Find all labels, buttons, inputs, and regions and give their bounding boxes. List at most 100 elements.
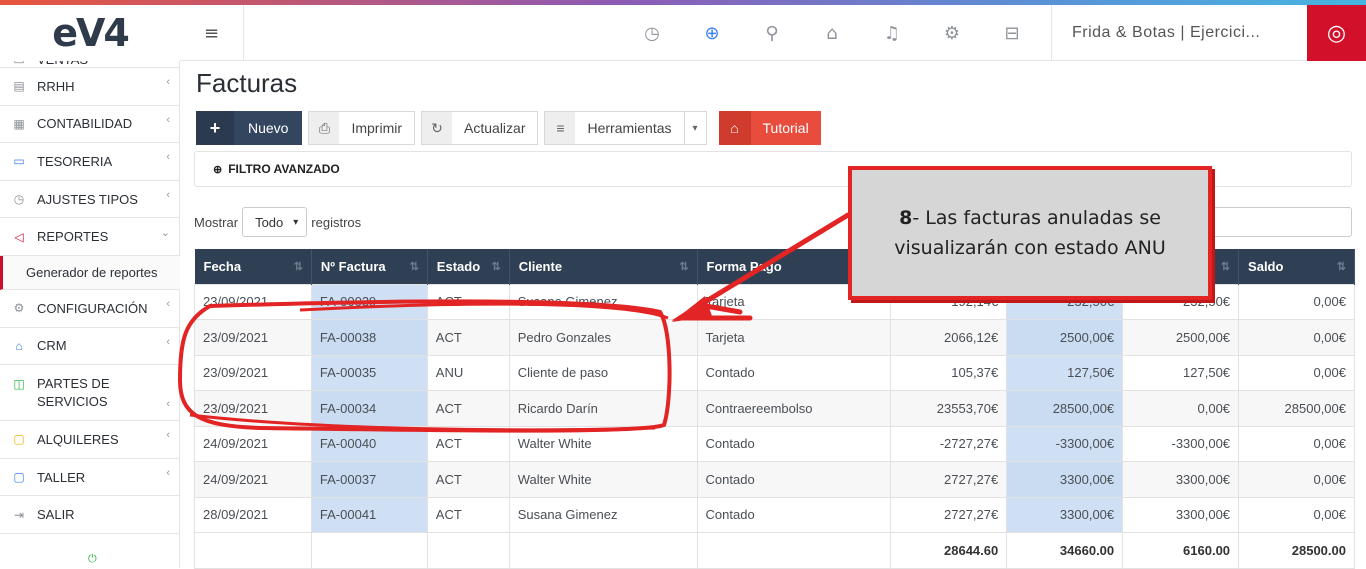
history-icon[interactable]: ◷ [622, 5, 682, 61]
cell-nfactura: FA-00039 [310, 283, 428, 320]
imprimir-label: Imprimir [351, 120, 403, 136]
graduation-icon: ⌂ [15, 338, 23, 353]
callout-body: - Las facturas anuladas se visualizarán … [894, 207, 1166, 259]
sidebar-item-ajustes-tipos[interactable]: ◷ AJUSTES TIPOS ‹ [0, 181, 180, 219]
gear-icon: ⚙ [13, 301, 25, 316]
table-row[interactable]: 24/09/2021 FA-00040 ACT Walter White Contado… [194, 425, 1355, 462]
sidebar-item-label: RRHH [37, 78, 75, 94]
records-select[interactable]: Todo ▾ [242, 207, 308, 237]
chevron-left-icon: ‹ [166, 335, 170, 348]
cell-cliente: Susana Gimenez [508, 496, 698, 533]
herramientas-button[interactable]: ≡ Herramientas ▾ [544, 111, 707, 145]
col-saldo[interactable]: Saldo ⇅ [1238, 249, 1355, 284]
cell-total: 127,50€ [1006, 354, 1124, 391]
help-lifebuoy-icon[interactable]: ◎ [1307, 5, 1366, 61]
print-icon: ⎙ [309, 112, 340, 144]
actualizar-button[interactable]: ↻ Actualizar [421, 111, 539, 145]
tutorial-label: Tutorial [762, 120, 809, 136]
actualizar-label: Actualizar [464, 120, 526, 136]
cell-forma-pago: Contado [696, 354, 892, 391]
hamburger-menu-icon[interactable]: ≡ [180, 5, 244, 61]
cell-fecha: 23/09/2021 [194, 283, 312, 320]
speaker-icon: ◁ [14, 229, 24, 244]
home-icon[interactable]: ⌂ [802, 5, 862, 61]
nuevo-label: Nuevo [234, 111, 303, 145]
cell-nfactura: FA-00035 [310, 354, 428, 391]
chevron-left-icon: ‹ [166, 113, 170, 126]
sidebar: ▭ VENTAS ▤ RRHH ‹ ▦ CONTABILIDAD ‹ ▭ TES… [0, 5, 180, 568]
table-search-input[interactable] [1200, 207, 1352, 237]
page-title: Facturas [196, 68, 298, 98]
sidebar-item-tesoreria[interactable]: ▭ TESORERIA ‹ [0, 143, 180, 181]
chevron-down-icon: ▾ [293, 216, 299, 228]
col-nfactura[interactable]: Nº Factura ⇅ [311, 249, 428, 284]
sidebar-item-configuracion[interactable]: ⚙ CONFIGURACIÓN ‹ [0, 290, 180, 328]
search-icon[interactable]: ⚲ [742, 5, 802, 61]
square-icon: ▢ [13, 432, 25, 447]
cell-fecha: 23/09/2021 [194, 390, 312, 427]
sidebar-item-salir[interactable]: ⇥ SALIR [0, 496, 180, 534]
company-selector[interactable]: Frida & Botas | Ejercici... [1051, 5, 1307, 61]
cell-nfactura: FA-00040 [310, 425, 428, 462]
cell-cobrado: 3300,00€ [1122, 496, 1240, 533]
nuevo-button[interactable]: + Nuevo [196, 111, 303, 145]
tutorial-button[interactable]: ⌂ Tutorial [718, 111, 821, 145]
sidebar-item-taller[interactable]: ▢ TALLER ‹ [0, 459, 180, 497]
cell-base: 23553,70€ [890, 390, 1008, 427]
sort-icon: ⇅ [409, 261, 419, 273]
sidebar-item-label: PARTES DE SERVICIOS [37, 376, 110, 410]
cell-cobrado: 2500,00€ [1122, 319, 1240, 356]
sidebar-item-alquileres[interactable]: ▢ ALQUILERES ‹ [0, 421, 180, 459]
sidebar-item-contabilidad[interactable]: ▦ CONTABILIDAD ‹ [0, 106, 180, 144]
sidebar-menu: ▭ VENTAS ▤ RRHH ‹ ▦ CONTABILIDAD ‹ ▭ TES… [0, 49, 180, 534]
cell-cobrado: 3300,00€ [1122, 461, 1240, 498]
sidebar-item-rrhh[interactable]: ▤ RRHH ‹ [0, 68, 180, 106]
sidebar-item-reportes[interactable]: ◁ REPORTES ⌄ [0, 218, 180, 256]
table-row[interactable]: 28/09/2021 FA-00041 ACT Susana Gimenez Conta… [194, 496, 1355, 533]
app-logo[interactable]: eV4 [0, 5, 180, 61]
card-icon: ▭ [13, 154, 25, 169]
cell-cliente: Walter White [508, 425, 698, 462]
table-row[interactable]: 23/09/2021 FA-00034 ACT Ricardo Darín Contra… [194, 390, 1355, 427]
briefcase-icon[interactable]: ⊟ [982, 5, 1042, 61]
cell-total: 2500,00€ [1006, 319, 1124, 356]
sidebar-item-label: CONFIGURACIÓN [37, 300, 148, 316]
sidebar-item-label: ALQUILERES [37, 431, 119, 447]
sidebar-item-label: SALIR [37, 507, 75, 523]
cell-total: 28500,00€ [1006, 390, 1124, 427]
square-icon: ▢ [13, 470, 25, 485]
table-row[interactable]: 23/09/2021 FA-00038 ACT Pedro Gonzales Tarje… [194, 319, 1355, 356]
cell-fecha: 24/09/2021 [194, 425, 312, 462]
power-status-icon: ⏻ [88, 552, 97, 565]
filter-label: FILTRO AVANZADO [228, 162, 340, 176]
logo-text: eV4 [52, 11, 130, 55]
cell-nfactura: FA-00034 [310, 390, 428, 427]
records-length-control: Mostrar Todo ▾ registros [194, 207, 361, 237]
sidebar-item-partes-servicios[interactable]: ◫ PARTES DE SERVICIOS ‹ [0, 365, 180, 422]
sidebar-item-label: TALLER [37, 469, 86, 485]
sidebar-subitem-generador-reportes[interactable]: Generador de reportes [0, 255, 180, 290]
imprimir-button[interactable]: ⎙ Imprimir [308, 111, 416, 145]
gear-icon[interactable]: ⚙ [922, 5, 982, 61]
cell-saldo: 28500,00€ [1238, 390, 1355, 427]
table-row[interactable]: 23/09/2021 FA-00035 ANU Cliente de paso Cont… [194, 354, 1355, 391]
cell-base: 2066,12€ [890, 319, 1008, 356]
col-fecha[interactable]: Fecha ⇅ [194, 249, 312, 284]
plus-circle-icon: ⊕ [213, 163, 223, 176]
cell-total: 3300,00€ [1006, 461, 1124, 498]
cell-saldo: 0,00€ [1238, 319, 1355, 356]
sort-icon: ⇅ [293, 261, 303, 273]
cell-cliente: Pedro Gonzales [508, 319, 698, 356]
plus-circle-icon[interactable]: ⊕ [682, 5, 742, 61]
sidebar-item-crm[interactable]: ⌂ CRM ‹ [0, 328, 180, 366]
cell-fecha: 24/09/2021 [194, 461, 312, 498]
cell-cliente: Walter White [508, 461, 698, 498]
table-row[interactable]: 24/09/2021 FA-00037 ACT Walter White Contado… [194, 461, 1355, 498]
col-estado[interactable]: Estado ⇅ [427, 249, 510, 284]
bell-icon[interactable]: ♫ [862, 5, 922, 61]
total-cliente [508, 532, 698, 569]
col-cliente[interactable]: Cliente ⇅ [509, 249, 698, 284]
cell-forma-pago: Contado [696, 461, 892, 498]
caret-down-icon[interactable]: ▾ [683, 112, 706, 144]
cell-nfactura: FA-00037 [310, 461, 428, 498]
